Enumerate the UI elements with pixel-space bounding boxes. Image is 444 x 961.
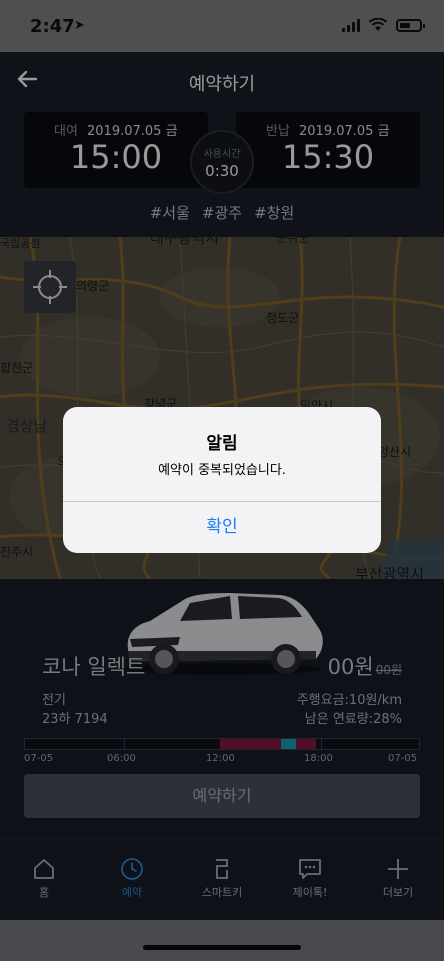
alert-confirm-button[interactable]: 확인 [63,502,381,553]
alert-title: 알림 [206,434,238,454]
alert-dialog: 알림 예약이 중복되었습니다. 확인 [63,407,381,553]
alert-message: 예약이 중복되었습니다. [158,463,286,478]
